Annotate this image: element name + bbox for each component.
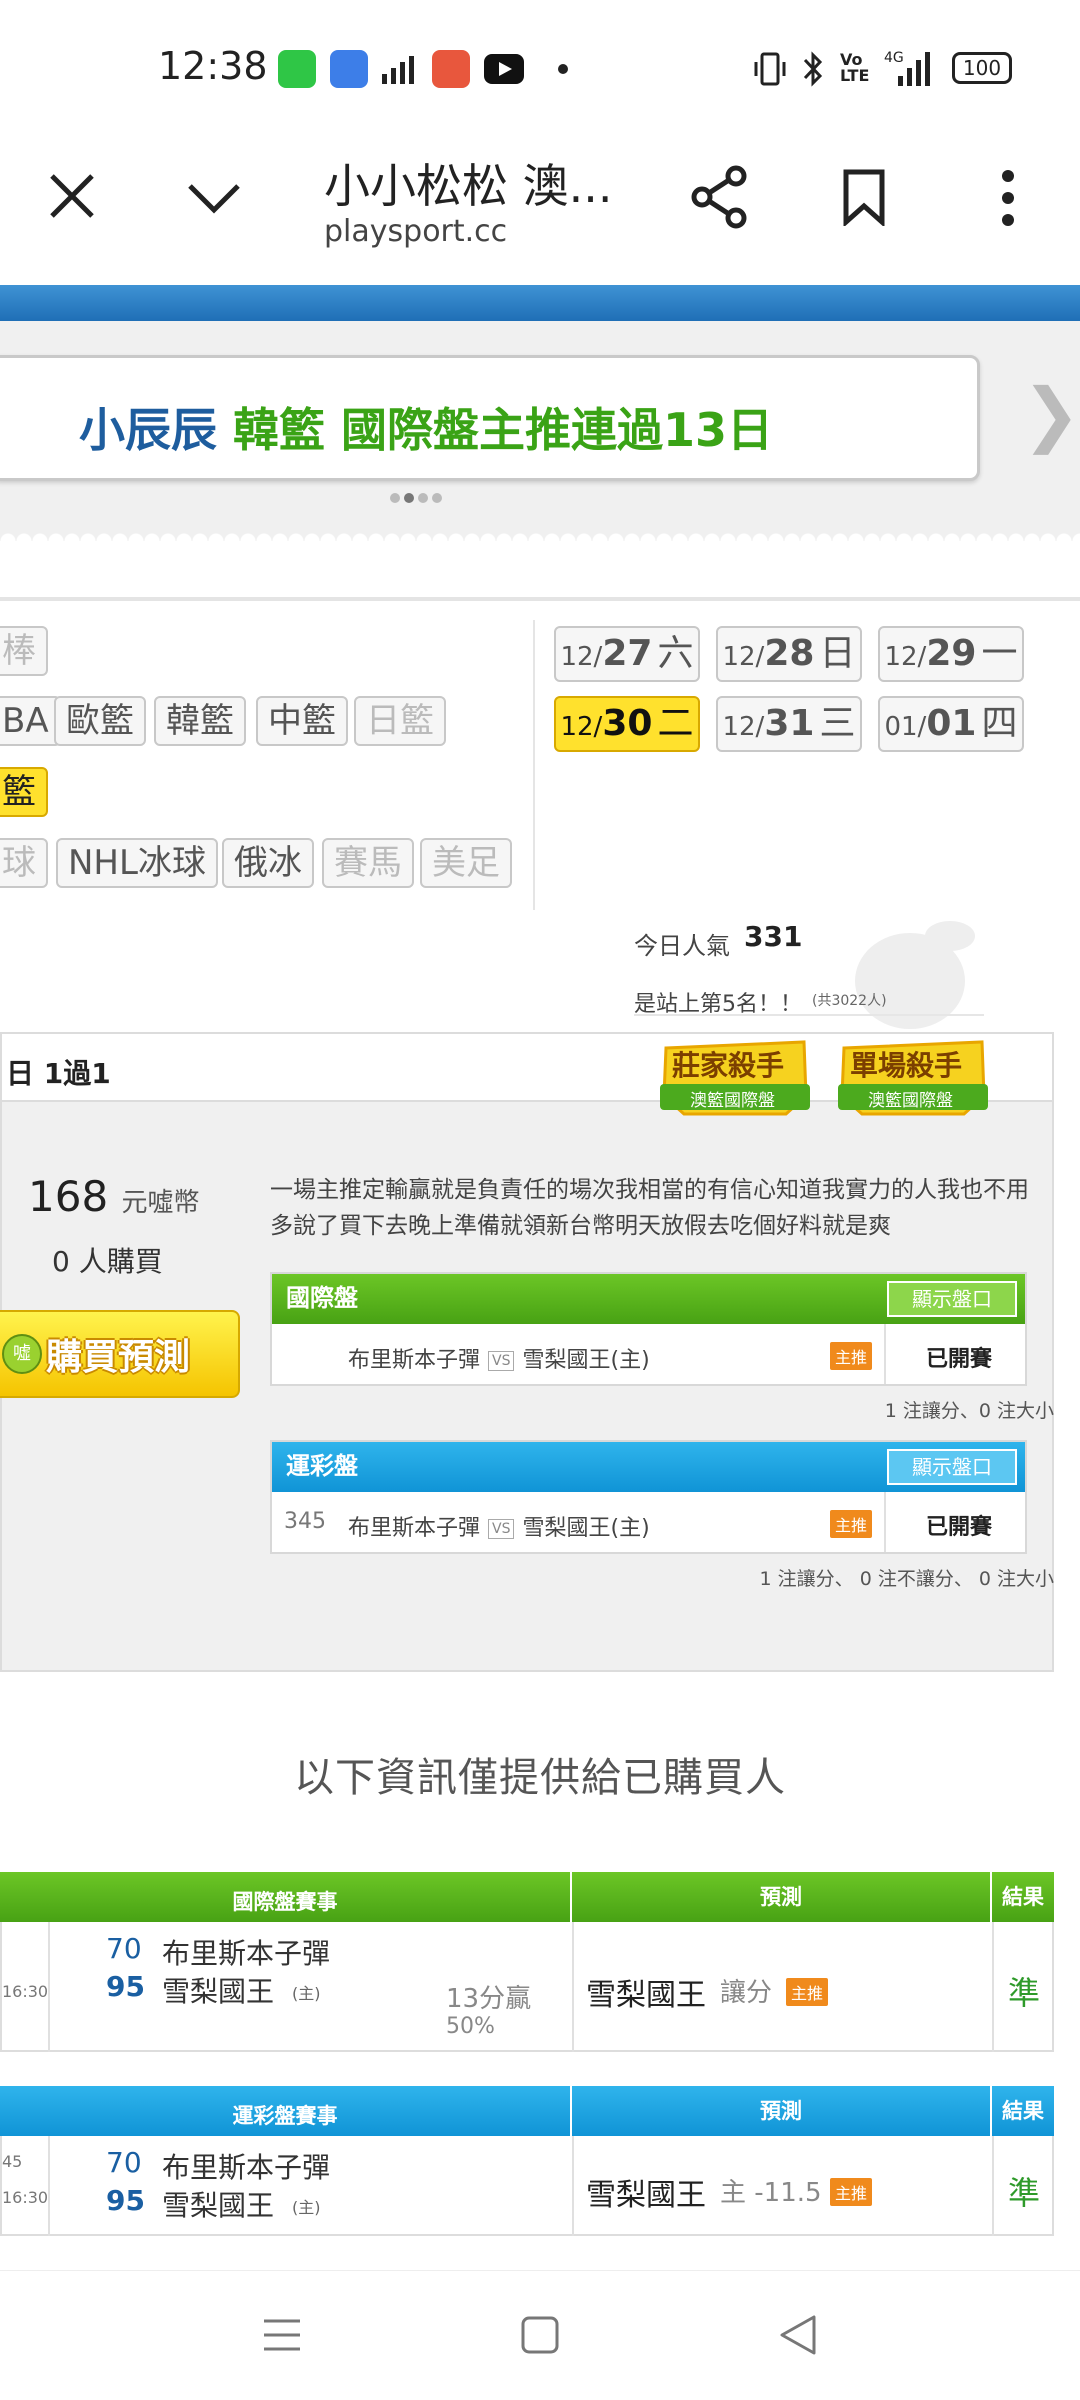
volte-icon: Vo LTE (840, 50, 870, 85)
wave-divider (0, 527, 1080, 541)
banner-author: 小辰辰 (79, 403, 217, 457)
result-correct: 準 (1008, 1974, 1041, 2012)
sport-tab-euro-basketball[interactable]: 歐籃 (54, 696, 146, 746)
page-url[interactable]: playsport.cc (324, 214, 507, 249)
match-status: 已開賽 (926, 1515, 993, 1540)
divider (533, 620, 535, 910)
buy-prediction-button[interactable]: 噓 購買預測 (0, 1310, 240, 1398)
date-tab-1231[interactable]: 12/31 三 (716, 696, 862, 752)
date-tab-1230[interactable]: 12/30 二 (554, 696, 700, 752)
system-nav-bar (0, 2270, 1080, 2400)
popularity-label: 今日人氣 (634, 932, 730, 960)
show-odds-button[interactable]: 顯示盤口 (887, 1281, 1017, 1317)
sport-tab-japan-basketball[interactable]: 日籃 (354, 696, 446, 746)
popularity-value: 331 (744, 920, 803, 953)
lottery-result-table: 運彩盤賽事 預測 結果 45 16:30 70 布里斯本子彈 95 雪梨國王 (… (0, 2086, 1054, 2236)
status-bar: 12:38 Vo LTE 4G 100 (0, 0, 1080, 130)
sport-tab-american-football[interactable]: 美足 (420, 838, 512, 888)
prediction-price: 168 元噓幣 (28, 1172, 200, 1221)
home-icon[interactable] (520, 2315, 560, 2355)
intl-odds-header: 國際盤 顯示盤口 (272, 1274, 1025, 1324)
game-app-icon (432, 50, 470, 88)
sport-tab-nhl[interactable]: NHL冰球 (56, 838, 218, 888)
site-header-bar (0, 285, 1080, 321)
sport-tab-baseball[interactable]: 棒 (0, 626, 48, 676)
buy-prediction-label: 購買預測 (46, 1337, 191, 1378)
match-row[interactable]: 345 布里斯本子彈 VS 雪梨國王(主) 主推 已開賽 (272, 1492, 1025, 1552)
vibrate-icon (754, 52, 786, 86)
mascot-watermark (855, 921, 975, 1029)
sport-tab-horse-racing[interactable]: 賽馬 (322, 838, 414, 888)
back-icon[interactable] (778, 2313, 818, 2357)
section-spacer (0, 541, 1080, 601)
page-title: 小小松松 澳... (324, 159, 613, 213)
status-time: 12:38 (158, 44, 268, 88)
more-notifications-dot (558, 64, 568, 74)
match-teams: 布里斯本子彈 VS 雪梨國王(主) (348, 1516, 650, 1541)
date-tab-1227[interactable]: 12/27 六 (554, 626, 700, 682)
app-notification-icon (278, 50, 316, 88)
buyer-count: 0 人購買 (52, 1245, 163, 1278)
popularity-total: (共3022人) (812, 993, 887, 1009)
intl-odds-panel: 國際盤 顯示盤口 布里斯本子彈 VS 雪梨國王(主) 主推 已開賽 (270, 1272, 1027, 1386)
sport-tab-korea-basketball[interactable]: 韓籃 (154, 696, 246, 746)
bluetooth-icon (803, 51, 823, 87)
bet-summary: 1 注讓分、0 注大小 (884, 1400, 1054, 1422)
date-tab-1228[interactable]: 12/28 日 (716, 626, 862, 682)
show-odds-button[interactable]: 顯示盤口 (887, 1449, 1017, 1485)
sport-tab-aus-basketball[interactable]: 籃 (0, 767, 48, 817)
date-tab-0101[interactable]: 01/01 四 (878, 696, 1024, 752)
table-row: 16:30 70 布里斯本子彈 95 雪梨國王 (主) 13分贏 50% 雪梨國… (0, 1922, 1054, 2052)
menu-icon[interactable] (262, 2315, 302, 2355)
lottery-odds-header: 運彩盤 顯示盤口 (272, 1442, 1025, 1492)
divider (634, 1014, 984, 1016)
bet-summary: 1 注讓分、 0 注不讓分、 0 注大小 (759, 1568, 1054, 1590)
signal-chart-icon (382, 56, 414, 84)
youtube-icon (484, 54, 524, 84)
sport-tab-nba[interactable]: BA (0, 696, 61, 746)
match-teams: 布里斯本子彈 VS 雪梨國王(主) (348, 1348, 650, 1373)
close-icon[interactable] (48, 172, 96, 220)
carousel-dots (390, 493, 442, 503)
match-status: 已開賽 (926, 1347, 993, 1372)
intl-result-table: 國際盤賽事 預測 結果 16:30 70 布里斯本子彈 95 雪梨國王 (主) … (0, 1872, 1054, 2052)
share-icon[interactable] (690, 164, 750, 230)
banner-headline: 韓籃 國際盤主推連過13日 (233, 403, 774, 457)
match-row[interactable]: 布里斯本子彈 VS 雪梨國王(主) 主推 已開賽 (272, 1324, 1025, 1384)
result-correct: 準 (1008, 2174, 1041, 2212)
banner-next-icon[interactable]: ❯ (1022, 373, 1080, 455)
app-notification-icon (330, 50, 368, 88)
more-options-icon[interactable] (996, 168, 1020, 228)
buyers-only-notice: 以下資訊僅提供給已購買人 (294, 1755, 786, 1801)
sport-tab-ball[interactable]: 球 (0, 838, 48, 888)
cellular-4g-icon: 4G (884, 50, 930, 86)
svg-text:4G: 4G (884, 50, 904, 66)
sport-tab-china-basketball[interactable]: 中籃 (256, 696, 348, 746)
date-tab-1229[interactable]: 12/29 一 (878, 626, 1024, 682)
main-pick-tag: 主推 (830, 1510, 873, 1538)
lottery-odds-panel: 運彩盤 顯示盤口 345 布里斯本子彈 VS 雪梨國王(主) 主推 已開賽 (270, 1440, 1027, 1554)
promo-banner-area: 小辰辰 韓籃 國際盤主推連過13日 ❯ (0, 321, 1080, 541)
browser-toolbar: 小小松松 澳... playsport.cc (0, 130, 1080, 285)
game-number: 345 (284, 1509, 326, 1534)
bookmark-icon[interactable] (842, 168, 886, 226)
promo-banner[interactable]: 小辰辰 韓籃 國際盤主推連過13日 (0, 355, 980, 481)
badge-bookmaker-killer: 莊家殺手 澳籃國際盤 (656, 1038, 814, 1118)
main-pick-tag: 主推 (830, 1342, 873, 1370)
badge-single-game-killer: 單場殺手 澳籃國際盤 (834, 1038, 992, 1118)
win-record: 日 1過1 (6, 1057, 111, 1090)
table-row: 45 16:30 70 布里斯本子彈 95 雪梨國王 (主) 雪梨國王 主 -1… (0, 2136, 1054, 2236)
battery-icon: 100 (952, 52, 1012, 84)
prediction-description: 一場主推定輸贏就是負責任的場次我相當的有信心知道我實力的人我也不用多說了買下去晚… (270, 1177, 1029, 1239)
chevron-down-icon[interactable] (186, 180, 242, 214)
sport-tab-khl[interactable]: 俄冰 (222, 838, 314, 888)
coin-icon: 噓 (2, 1334, 42, 1374)
promo-banner-text: 小辰辰 韓籃 國際盤主推連過13日 (79, 394, 773, 460)
